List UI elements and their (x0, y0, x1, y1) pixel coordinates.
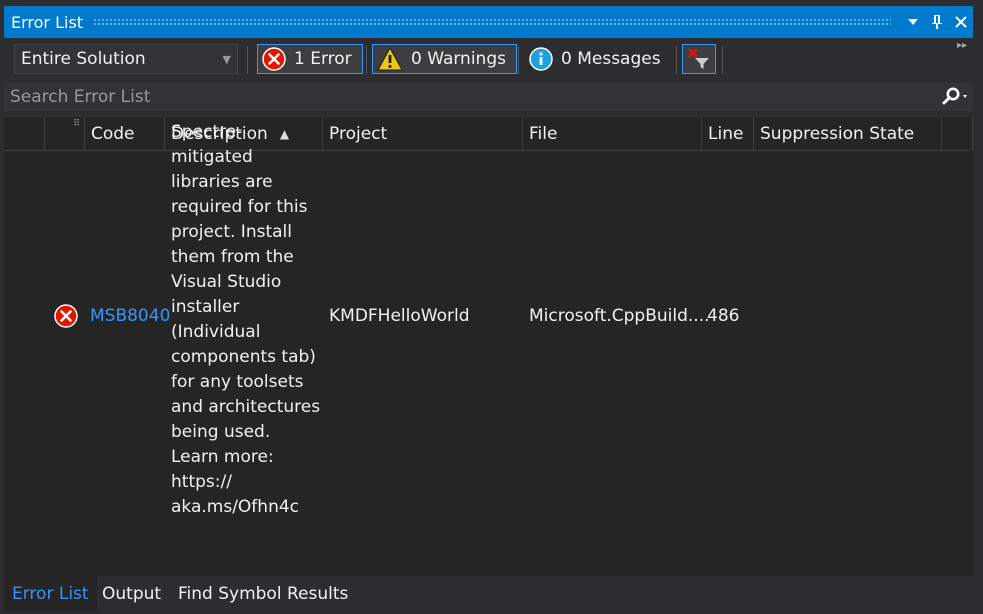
column-header-file-label: File (529, 123, 558, 144)
toolbar-overflow-icon[interactable]: ▸▸ (957, 40, 967, 51)
error-description-cell: Spectre-mitigated libraries are required… (171, 122, 321, 517)
clear-filter-icon (687, 47, 711, 71)
column-header-code[interactable]: Code (85, 117, 165, 150)
title-bar: Error List (4, 6, 973, 38)
toolbar: Entire Solution ▼ 1 Error 0 Warnings 0 M… (4, 40, 973, 80)
tab-find-symbol-results-label: Find Symbol Results (178, 584, 349, 604)
messages-count-label: 0 Messages (561, 49, 661, 69)
errors-count-label: 1 Error (294, 49, 352, 69)
scope-dropdown-value: Entire Solution (21, 49, 146, 69)
search-icon (942, 87, 967, 105)
tab-error-list-label: Error List (12, 584, 89, 604)
error-list-grid: ⠿ Code Description ▲ Project File Line S… (4, 117, 973, 576)
bottom-tab-strip: Error List Output Find Symbol Results (0, 576, 983, 614)
column-header-filler (942, 117, 973, 150)
close-icon (955, 16, 967, 28)
column-header-blank (4, 117, 45, 150)
tab-output-label: Output (102, 584, 162, 604)
chevron-down-icon: ▼ (222, 53, 231, 66)
error-line-cell: 486 (707, 306, 740, 326)
column-header-code-label: Code (91, 123, 135, 144)
column-header-file[interactable]: File (523, 117, 702, 150)
tab-error-list[interactable]: Error List (4, 576, 97, 612)
column-header-line[interactable]: Line (702, 117, 754, 150)
search-options-button[interactable] (939, 83, 973, 111)
column-header-line-label: Line (708, 123, 744, 144)
warnings-filter-button[interactable]: 0 Warnings (372, 44, 517, 74)
search-input[interactable] (4, 86, 939, 108)
toolbar-separator (247, 46, 248, 74)
pin-button[interactable] (925, 6, 949, 38)
messages-filter-button[interactable]: 0 Messages (524, 44, 672, 74)
caret-down-icon (908, 19, 918, 25)
pin-icon (932, 15, 942, 29)
search-bar (4, 83, 973, 111)
window-title: Error List (11, 12, 84, 32)
column-header-project[interactable]: Project (323, 117, 523, 150)
toolbar-separator (366, 46, 367, 74)
error-circle-icon (52, 151, 80, 481)
close-button[interactable] (949, 6, 973, 38)
column-chooser[interactable]: ⠿ (45, 117, 85, 150)
scope-dropdown[interactable]: Entire Solution ▼ (14, 44, 238, 74)
column-chooser-icon: ⠿ (73, 119, 80, 129)
error-list-window: Error List Entire Solution ▼ 1 Error 0 W… (0, 0, 983, 614)
toolbar-separator (676, 46, 677, 74)
column-header-suppression-label: Suppression State (760, 123, 915, 144)
error-code-link[interactable]: MSB8040 (90, 151, 170, 481)
info-circle-icon (529, 47, 553, 71)
error-circle-icon (262, 47, 286, 71)
tab-find-symbol-results[interactable]: Find Symbol Results (178, 576, 348, 612)
error-project-cell: KMDFHelloWorld (329, 306, 470, 326)
warning-triangle-icon (377, 47, 403, 71)
column-header-suppression-state[interactable]: Suppression State (754, 117, 942, 150)
toolbar-separator (722, 46, 723, 74)
error-description: Spectre-mitigated libraries are required… (171, 122, 321, 517)
warnings-count-label: 0 Warnings (411, 49, 506, 69)
column-header-project-label: Project (329, 123, 388, 144)
errors-filter-button[interactable]: 1 Error (257, 44, 363, 74)
tab-output[interactable]: Output (102, 576, 161, 612)
toolbar-separator (518, 46, 519, 74)
clear-filter-button[interactable] (682, 44, 716, 74)
error-file-cell: Microsoft.CppBuild.... (529, 306, 710, 326)
drag-grip[interactable] (93, 18, 891, 26)
table-row[interactable]: MSB8040 Spectre-mitigated libraries are … (4, 122, 973, 517)
window-position-dropdown-button[interactable] (901, 6, 925, 38)
column-header-row: ⠿ Code Description ▲ Project File Line S… (4, 117, 973, 151)
